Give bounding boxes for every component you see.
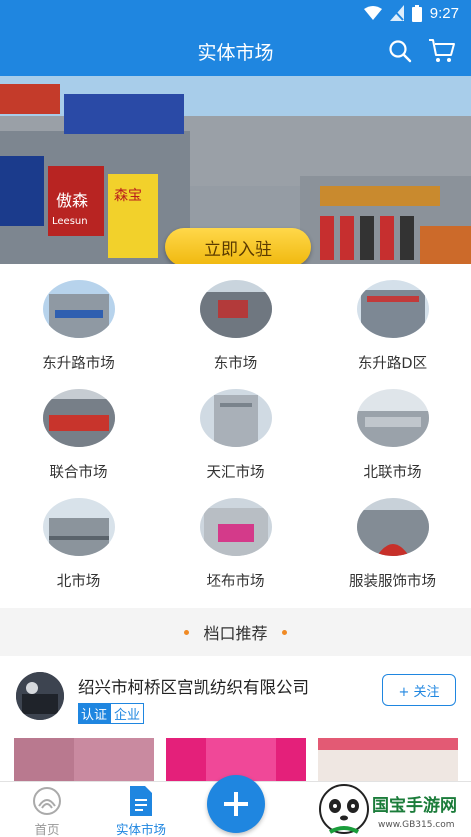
market-item-fuzhuang[interactable]: 服装服饰市场 — [314, 494, 471, 603]
watermark-logo: 国宝手游网 www.GB315.com — [318, 780, 471, 837]
status-time: 9:27 — [429, 4, 459, 22]
shop-card[interactable]: 绍兴市柯桥区宫凯纺织有限公司 认证 企业 + 关注 — [0, 656, 471, 781]
shop-photo[interactable] — [318, 738, 458, 781]
market-label: 北联市场 — [363, 465, 422, 481]
shop-avatar[interactable] — [16, 672, 64, 720]
market-item-pibu[interactable]: 坯布市场 — [157, 494, 314, 603]
banner-image[interactable]: 傲森 Leesun 森宝 立即入驻 — [0, 76, 471, 264]
join-button[interactable]: 立即入驻 — [165, 228, 311, 264]
nav-home[interactable]: 首页 — [7, 786, 87, 837]
page-title: 实体市场 — [197, 41, 274, 64]
sign-text-2: Leesun — [52, 216, 88, 227]
add-button[interactable] — [207, 775, 265, 833]
nav-market[interactable]: 实体市场 — [101, 786, 181, 837]
market-item-dong[interactable]: 东市场 — [157, 276, 314, 385]
nav-home-label: 首页 — [34, 822, 60, 837]
market-thumbnail — [356, 389, 429, 447]
search-icon[interactable] — [385, 36, 415, 66]
sign-text-3: 森宝 — [114, 188, 142, 204]
follow-button[interactable]: + 关注 — [382, 674, 456, 706]
watermark-brand: 国宝手游网 — [372, 795, 457, 816]
market-thumbnail — [42, 280, 115, 338]
market-label: 东市场 — [213, 356, 258, 372]
nav-market-label: 实体市场 — [115, 822, 166, 837]
market-label: 北市场 — [56, 574, 101, 590]
wifi-icon — [363, 6, 382, 20]
home-icon — [33, 787, 61, 815]
market-thumbnail — [199, 280, 272, 338]
section-dot-left — [184, 629, 190, 635]
market-label: 联合市场 — [49, 465, 108, 481]
watermark-url: www.GB315.com — [378, 820, 455, 830]
section-header: 档口推荐 — [0, 608, 471, 656]
cart-icon[interactable] — [427, 36, 457, 66]
market-item-bei[interactable]: 北市场 — [0, 494, 157, 603]
market-thumbnail — [199, 498, 272, 556]
sign-text: 傲森 — [56, 191, 88, 210]
battery-icon — [411, 4, 422, 22]
market-label: 服装服饰市场 — [349, 574, 436, 590]
market-thumbnail — [199, 389, 272, 447]
plus-icon — [224, 792, 248, 816]
section-title: 档口推荐 — [203, 624, 268, 643]
market-label: 东升路D区 — [357, 356, 428, 372]
market-item-dongshenglu-d[interactable]: 东升路D区 — [314, 276, 471, 385]
shop-type-badge: 企业 — [110, 703, 145, 724]
signal-off-icon — [389, 5, 404, 21]
shop-photo[interactable] — [14, 738, 154, 781]
market-label: 东升路市场 — [42, 356, 115, 372]
market-label: 坯布市场 — [206, 574, 265, 590]
market-thumbnail — [356, 280, 429, 338]
market-item-lianhe[interactable]: 联合市场 — [0, 385, 157, 494]
status-bar: 9:27 — [0, 0, 471, 26]
market-item-beilian[interactable]: 北联市场 — [314, 385, 471, 494]
shop-badges: 认证 企业 — [78, 703, 145, 724]
market-thumbnail — [42, 498, 115, 556]
market-item-dongshenglu[interactable]: 东升路市场 — [0, 276, 157, 385]
market-label: 天汇市场 — [206, 465, 265, 481]
market-thumbnail — [356, 498, 429, 556]
shop-name[interactable]: 绍兴市柯桥区宫凯纺织有限公司 — [78, 674, 309, 698]
market-grid: 东升路市场 东市场 东升路D区 联合市场 天汇市场 北联市场 北市场 坯布市场 … — [0, 264, 471, 608]
section-dot-right — [281, 629, 287, 635]
app-header: 实体市场 — [0, 26, 471, 76]
market-thumbnail — [42, 389, 115, 447]
document-icon — [130, 786, 152, 816]
market-item-tianhui[interactable]: 天汇市场 — [157, 385, 314, 494]
verified-badge: 认证 — [78, 703, 111, 724]
